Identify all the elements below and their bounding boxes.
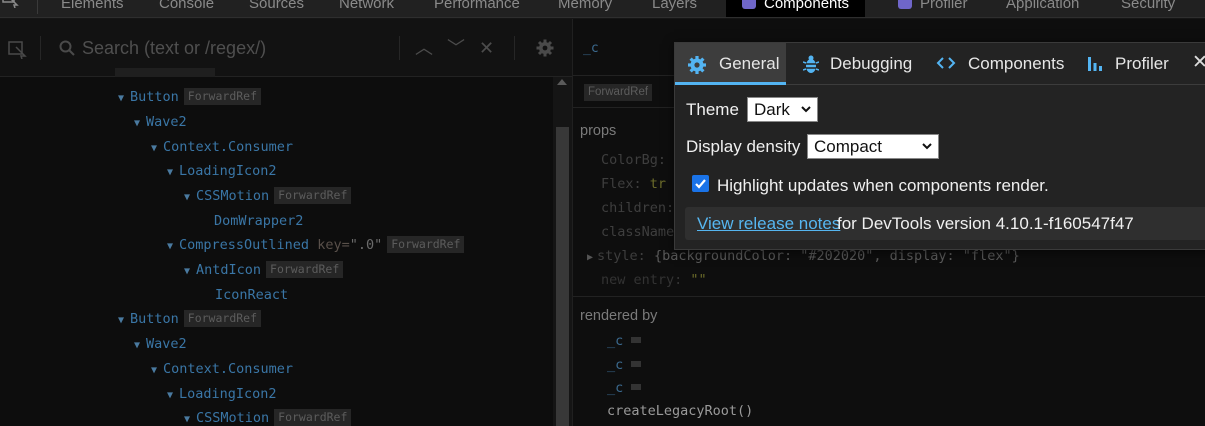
tab-memory[interactable]: Memory [558, 0, 612, 17]
settings-tab-bar: General Debugging Components Profiler ✕ [675, 43, 1205, 85]
scroll-up-arrow-icon[interactable] [557, 79, 567, 85]
tab-layers[interactable]: Layers [652, 0, 697, 17]
code-icon [936, 57, 956, 69]
tab-console[interactable]: Console [159, 0, 214, 17]
tree-row[interactable]: ▼ LoadingIcon2 [167, 160, 277, 182]
settings-tab-components-label: Components [968, 54, 1065, 73]
settings-tab-profiler[interactable]: Profiler [1071, 43, 1181, 85]
tree-row[interactable]: IconReact [203, 284, 288, 306]
chevron-down-icon [922, 143, 932, 150]
react-components-icon [742, 0, 756, 9]
tree-toolbar: ︿ ﹀ ✕ [0, 19, 572, 77]
tree-row[interactable]: ▼ Context.Consumer [151, 358, 293, 380]
prop-row[interactable]: Flex: tr [601, 176, 666, 192]
theme-select[interactable]: Dark [747, 97, 818, 122]
forwardref-badge: ForwardRef [584, 84, 653, 101]
prop-row[interactable]: children: [601, 200, 674, 216]
settings-tab-general[interactable]: General [675, 43, 786, 85]
component-tree: ︿ ﹀ ✕ ▼ButtonForwardRef ▼Wave2 ▼Context.… [0, 19, 572, 426]
prop-row[interactable]: ▶ style: {backgroundColor: "#202020", dis… [587, 248, 1020, 264]
tree-row[interactable]: ▼ Button ForwardRef [118, 308, 262, 330]
tree-row[interactable]: ▼ AntdIcon ForwardRef [184, 259, 344, 281]
tree-row[interactable]: ▼ Context.Consumer [151, 136, 293, 158]
tree-scrollbar-thumb[interactable] [556, 127, 569, 426]
react-profiler-icon [898, 0, 912, 9]
rendered-by-item[interactable]: _c [607, 333, 642, 349]
toolbar-divider [399, 36, 400, 60]
settings-tab-debugging-label: Debugging [830, 54, 913, 73]
tab-components[interactable]: Components [726, 0, 866, 17]
theme-label: Theme [686, 100, 739, 119]
chevron-down-icon[interactable]: ﹀ [447, 39, 465, 57]
tab-sources[interactable]: Sources [249, 0, 304, 17]
toolbar-divider [40, 36, 41, 60]
gear-icon [688, 56, 706, 74]
prop-row[interactable]: className [601, 224, 674, 240]
tree-row[interactable]: ▼ CSSMotion ForwardRef [184, 185, 352, 207]
tab-security[interactable]: Security [1121, 0, 1175, 17]
tab-network[interactable]: Network [339, 0, 394, 17]
tree-row[interactable]: ▼ Button ForwardRef [118, 86, 262, 108]
settings-tab-debugging[interactable]: Debugging [786, 43, 913, 85]
tab-elements[interactable]: Elements [61, 0, 124, 17]
rendered-by-root: createLegacyRoot() [607, 403, 754, 419]
selected-component-name: _c [583, 41, 599, 56]
devtools-version-text: for DevTools version 4.10.1-f160547f47 [837, 214, 1134, 233]
bar-chart-icon [1088, 57, 1102, 71]
inspect-element-icon[interactable] [2, 0, 20, 8]
chevron-up-icon[interactable]: ︿ [415, 39, 433, 57]
tree-row[interactable]: ▼ CompressOutlined key=".0" ForwardRef [167, 234, 465, 256]
toolbar-divider [514, 36, 515, 60]
search-icon [59, 40, 75, 56]
chevron-down-icon [801, 106, 811, 113]
display-density-select-value: Compact [814, 137, 883, 156]
props-label: props [580, 123, 617, 139]
settings-tab-profiler-label: Profiler [1115, 54, 1169, 73]
rendered-by-item[interactable]: _c [607, 380, 642, 396]
tab-application[interactable]: Application [1006, 0, 1079, 17]
tab-profiler-label: Profiler [920, 0, 968, 12]
settings-modal: General Debugging Components Profiler ✕ … [674, 42, 1205, 250]
prop-row[interactable]: ColorBg: [601, 152, 666, 168]
clear-search-icon[interactable]: ✕ [479, 39, 494, 57]
tree-row[interactable]: ▼ LoadingIcon2 [167, 383, 277, 405]
tree-row[interactable]: ▼ Wave2 [134, 111, 187, 133]
select-element-icon[interactable] [8, 41, 28, 59]
settings-tab-general-label: General [719, 54, 780, 73]
tree-row[interactable]: ▼ CSSMotion ForwardRef [184, 407, 352, 426]
release-notes-banner: View release notes for DevTools version … [685, 207, 1205, 240]
search-input[interactable] [82, 37, 382, 59]
theme-select-value: Dark [754, 100, 790, 119]
settings-gear-icon[interactable] [536, 39, 554, 57]
highlight-updates-label[interactable]: Highlight updates when components render… [717, 176, 1049, 196]
clipped-tree-row [115, 68, 215, 77]
highlight-updates-checkbox[interactable] [692, 175, 709, 192]
tree-row[interactable]: DomWrapper2 [202, 210, 303, 232]
display-density-select[interactable]: Compact [807, 134, 939, 159]
divider [573, 296, 1205, 297]
expand-caret-icon[interactable]: ▶ [587, 252, 593, 263]
tree-row[interactable]: ▼ Wave2 [134, 333, 187, 355]
tab-performance[interactable]: Performance [434, 0, 520, 17]
devtools-tab-bar: Elements Console Sources Network Perform… [0, 0, 1205, 18]
rendered-by-label: rendered by [580, 308, 658, 324]
new-entry-row[interactable]: new entry: "" [601, 272, 707, 288]
display-density-label: Display density [686, 137, 801, 156]
tab-components-label: Components [764, 0, 850, 12]
close-settings-button[interactable]: ✕ [1192, 53, 1205, 73]
settings-tab-components[interactable]: Components [913, 43, 1065, 85]
tab-profiler[interactable]: Profiler [898, 0, 968, 17]
tab-separator [37, 0, 38, 14]
checkmark-icon [695, 179, 706, 189]
bug-icon [803, 55, 819, 73]
rendered-by-item[interactable]: _c [607, 357, 642, 373]
view-release-notes-link[interactable]: View release notes [697, 214, 840, 234]
